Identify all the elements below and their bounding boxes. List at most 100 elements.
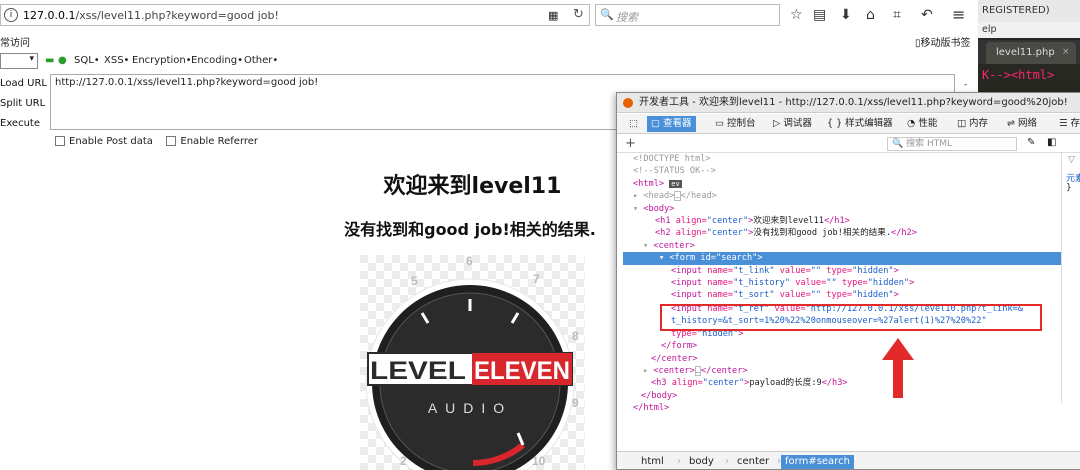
markup-line[interactable]: ▸ <head>…</head> [617, 190, 1067, 202]
markup-line[interactable]: ▾ <body> [617, 203, 1067, 215]
devtools-title: 开发者工具 - 欢迎来到level11 - http://127.0.0.1/x… [639, 97, 1068, 108]
markup-line[interactable]: <!DOCTYPE html> [617, 153, 1067, 165]
pick-element-icon[interactable]: ⬚ [625, 116, 642, 132]
breadcrumb-body[interactable]: body [685, 455, 718, 469]
reload-icon[interactable]: ↻ [573, 7, 584, 22]
highlight-box [660, 304, 1042, 331]
tab-performance[interactable]: ◔ 性能 [903, 116, 941, 132]
dial-number-8: 8 [572, 329, 579, 343]
bookmark-most-visited[interactable]: 常访问 [0, 34, 30, 49]
load-url-button[interactable]: Load URL [0, 74, 50, 94]
markup-line[interactable]: </body> [617, 390, 1067, 402]
markup-line[interactable]: <!--STATUS OK--> [617, 165, 1067, 177]
markup-view: <!DOCTYPE html> <!--STATUS OK--> <html> … [617, 153, 1073, 451]
hackbar-menu-other[interactable]: Other• [244, 55, 278, 66]
hackbar-options: Enable Post data Enable Referrer [55, 134, 258, 147]
sublime-title: REGISTERED) [982, 5, 1050, 16]
markup-line[interactable]: </html> [617, 402, 1067, 414]
dial-number-7: 7 [533, 272, 540, 286]
markup-line-selected[interactable]: ▾ <form id="search"> [623, 252, 1073, 265]
markup-line[interactable]: <h3 align="center">payload的长度:9</h3> [617, 377, 1067, 389]
red-arrow-icon [882, 338, 914, 398]
sublime-window: REGISTERED) elp level11.php × K--><html> [978, 0, 1080, 92]
search-placeholder: 搜索 [616, 11, 638, 24]
markup-line[interactable]: <input name="t_link" value="" type="hidd… [617, 265, 1067, 277]
enable-post-checkbox[interactable]: Enable Post data [55, 136, 153, 147]
breadcrumb-separator-icon: › [725, 456, 729, 467]
markup-line[interactable]: <input name="t_sort" value="" type="hidd… [617, 289, 1067, 301]
url-text[interactable]: 127.0.0.1/xss/level11.php?keyword=good j… [23, 9, 279, 22]
markup-line[interactable]: ▸ <center>…</center> [617, 365, 1067, 377]
breadcrumb-separator-icon: › [677, 456, 681, 467]
tab-storage[interactable]: ☰ 存 [1055, 116, 1080, 132]
markup-line[interactable]: ▾ <center> [617, 240, 1067, 252]
url-bar[interactable]: i 127.0.0.1/xss/level11.php?keyword=good… [0, 4, 590, 26]
breadcrumb-html[interactable]: html [637, 455, 668, 469]
tab-memory[interactable]: ◫ 内存 [953, 116, 992, 132]
sublime-code: K--><html> [982, 68, 1055, 82]
close-icon[interactable]: × [1062, 47, 1070, 57]
breadcrumb-form-search[interactable]: form#search [781, 455, 854, 469]
tab-inspector[interactable]: ▢ 查看器 [647, 116, 696, 132]
reading-list-icon[interactable]: ▤ [813, 7, 826, 23]
logo-text-eleven: ELEVEN [474, 357, 570, 385]
hackbar-menu-sql[interactable]: SQL• [74, 55, 100, 66]
event-badge[interactable]: ev [669, 179, 682, 188]
hackbar-green-dot-icon[interactable]: ● [58, 55, 67, 66]
bookmarks-toolbar: 常访问 ▯移动版书签 [0, 31, 975, 51]
menu-icon[interactable]: ≡ [952, 5, 965, 24]
markup-line[interactable]: <h2 align="center">没有找到和good job!相关的结果.<… [617, 227, 1067, 239]
markup-line[interactable]: </form> [617, 340, 1067, 352]
page-title: 欢迎来到level11 [383, 174, 562, 199]
enable-referrer-checkbox[interactable]: Enable Referrer [166, 136, 258, 147]
split-url-button[interactable]: Split URL [0, 94, 50, 114]
info-icon[interactable]: i [4, 8, 18, 22]
filter-icon[interactable]: ▽ [1068, 155, 1075, 165]
tab-debugger[interactable]: ▷ 调试器 [769, 116, 816, 132]
qr-code-icon[interactable]: ▦ [548, 9, 558, 22]
hackbar-menu-encoding[interactable]: Encoding• [191, 55, 243, 66]
markup-line[interactable]: </center> [617, 353, 1067, 365]
hackbar-green-arrow-icon[interactable]: ▬ [45, 55, 54, 66]
hackbar-collapse-icon[interactable]: - [964, 80, 967, 90]
tab-style-editor[interactable]: { } 样式编辑器 [823, 116, 897, 132]
breadcrumb: html › body › center › form#search [617, 451, 1080, 469]
back-arrow-icon[interactable]: ↶ [921, 7, 933, 23]
devtools-tabs: ⬚ ▢ 查看器 ▭ 控制台 ▷ 调试器 { } 样式编辑器 ◔ 性能 ◫ 内存 … [617, 114, 1080, 134]
side-brace: } [1066, 183, 1072, 193]
hackbar-menu-encryption[interactable]: Encryption• [132, 55, 192, 66]
markup-line[interactable]: <html> ev [617, 178, 1067, 190]
star-icon[interactable]: ☆ [790, 7, 803, 23]
eyedropper-icon[interactable]: ✎ [1027, 137, 1035, 148]
download-icon[interactable]: ⬇ [840, 7, 852, 23]
tab-console[interactable]: ▭ 控制台 [711, 116, 760, 132]
hackbar-select[interactable]: ▾ [0, 53, 38, 69]
navigation-toolbar: i 127.0.0.1/xss/level11.php?keyword=good… [0, 4, 975, 28]
page-subtitle: 没有找到和good job!相关的结果. [344, 220, 596, 239]
sublime-tab-label: level11.php [996, 47, 1055, 58]
dial-number-6: 6 [466, 255, 473, 268]
execute-button[interactable]: Execute [0, 114, 50, 134]
home-icon[interactable]: ⌂ [866, 7, 875, 23]
search-html-input[interactable]: 🔍 搜索 HTML [887, 137, 1017, 151]
sidebar-toggle-icon[interactable]: ◧ [1047, 137, 1056, 148]
markup-line[interactable]: <h1 align="center">欢迎来到level11</h1> [617, 215, 1067, 227]
bookmark-mobile[interactable]: ▯移动版书签 [915, 34, 971, 49]
dial-number-5: 5 [411, 274, 418, 288]
devtools-window: 开发者工具 - 欢迎来到level11 - http://127.0.0.1/x… [616, 92, 1080, 470]
dial-number-2: 2 [400, 454, 407, 468]
sublime-menu-help[interactable]: elp [982, 24, 997, 35]
tab-network[interactable]: ⇌ 网络 [1003, 116, 1041, 132]
devtools-search-row: + 🔍 搜索 HTML ✎ ◧ [617, 135, 1080, 153]
hackbar-menu-xss[interactable]: XSS• [104, 55, 129, 66]
logo-text-audio: AUDIO [428, 400, 512, 416]
hackbar-actions: Load URL Split URL Execute [0, 74, 50, 134]
sublime-tabbar: level11.php × [978, 40, 1080, 64]
crop-icon[interactable]: ⌗ [893, 7, 901, 23]
sublime-tab[interactable]: level11.php × [986, 42, 1076, 64]
add-node-icon[interactable]: + [625, 136, 636, 151]
search-box[interactable]: 🔍 搜索 [595, 4, 780, 26]
markup-line[interactable]: <input name="t_history" value="" type="h… [617, 277, 1067, 289]
breadcrumb-center[interactable]: center [733, 455, 773, 469]
checkbox-icon [55, 136, 65, 146]
